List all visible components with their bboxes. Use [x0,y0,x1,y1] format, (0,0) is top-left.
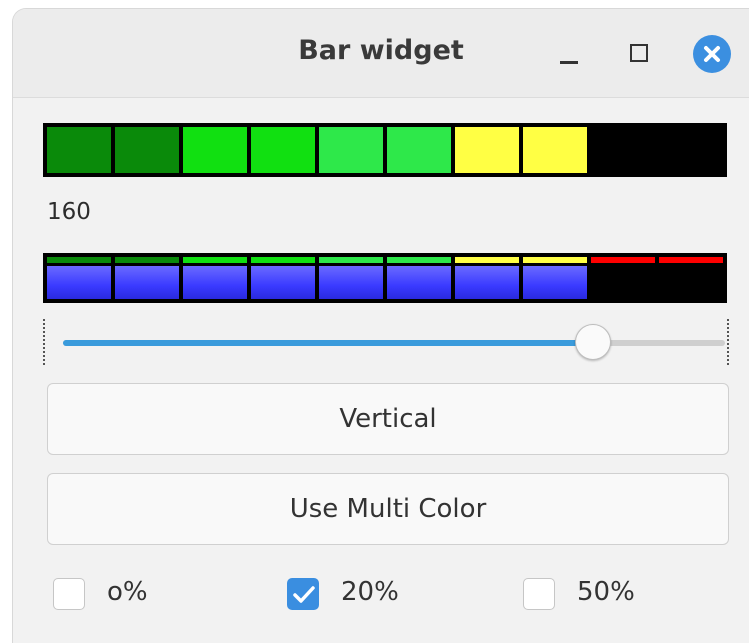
checkbox-box[interactable] [523,578,555,610]
multi-color-level-segment [183,266,247,299]
level-segment [523,127,587,173]
level-segment [319,127,383,173]
checkbox-box[interactable] [53,578,85,610]
value-slider[interactable] [41,311,731,373]
multi-color-threshold-strip [455,257,519,263]
close-icon [704,46,720,62]
slider-tick-start [43,319,45,365]
level-segment [387,127,451,173]
multi-color-level-segment [47,266,111,299]
multi-color-threshold-strip [387,257,451,263]
level-segment [183,127,247,173]
level-segment [47,127,111,173]
multi-color-threshold-strip [115,257,179,263]
multi-color-level-segment [455,266,519,299]
maximize-button[interactable] [619,33,659,73]
level-segment [455,127,519,173]
multi-color-threshold-strip [659,257,723,263]
multi-color-threshold-strip [47,257,111,263]
multi-color-level-segment [523,266,587,299]
maximize-icon [630,44,648,62]
value-label: 160 [47,199,91,225]
multi-color-threshold-strip [319,257,383,263]
title-bar[interactable]: Bar widget [13,9,749,98]
checkbox-box[interactable] [287,578,319,610]
slider-track-fill [63,340,593,346]
slider-tick-end [727,319,729,365]
level-segment [115,127,179,173]
app-window: Bar widget 160 Vertical Use Multi Color … [12,8,749,643]
checkbox-label: o% [107,577,148,607]
minimize-icon [560,61,578,64]
multi-color-level-segment [387,266,451,299]
use-multi-color-button[interactable]: Use Multi Color [47,473,729,545]
multi-color-level-segment [251,266,315,299]
multi-color-threshold-strip [251,257,315,263]
multi-color-level-segment [115,266,179,299]
multi-color-level-bar [43,253,727,303]
level-segment [251,127,315,173]
multi-color-level-segment [319,266,383,299]
close-button[interactable] [691,33,731,73]
checkmark-icon [293,586,315,603]
vertical-button[interactable]: Vertical [47,383,729,455]
checkbox-label: 50% [577,577,635,607]
multi-color-threshold-strip [523,257,587,263]
level-bar [43,123,727,177]
checkbox-label: 20% [341,577,399,607]
slider-handle[interactable] [574,324,611,360]
multi-color-threshold-strip [183,257,247,263]
multi-color-threshold-strip [591,257,655,263]
minimize-button[interactable] [549,33,589,73]
